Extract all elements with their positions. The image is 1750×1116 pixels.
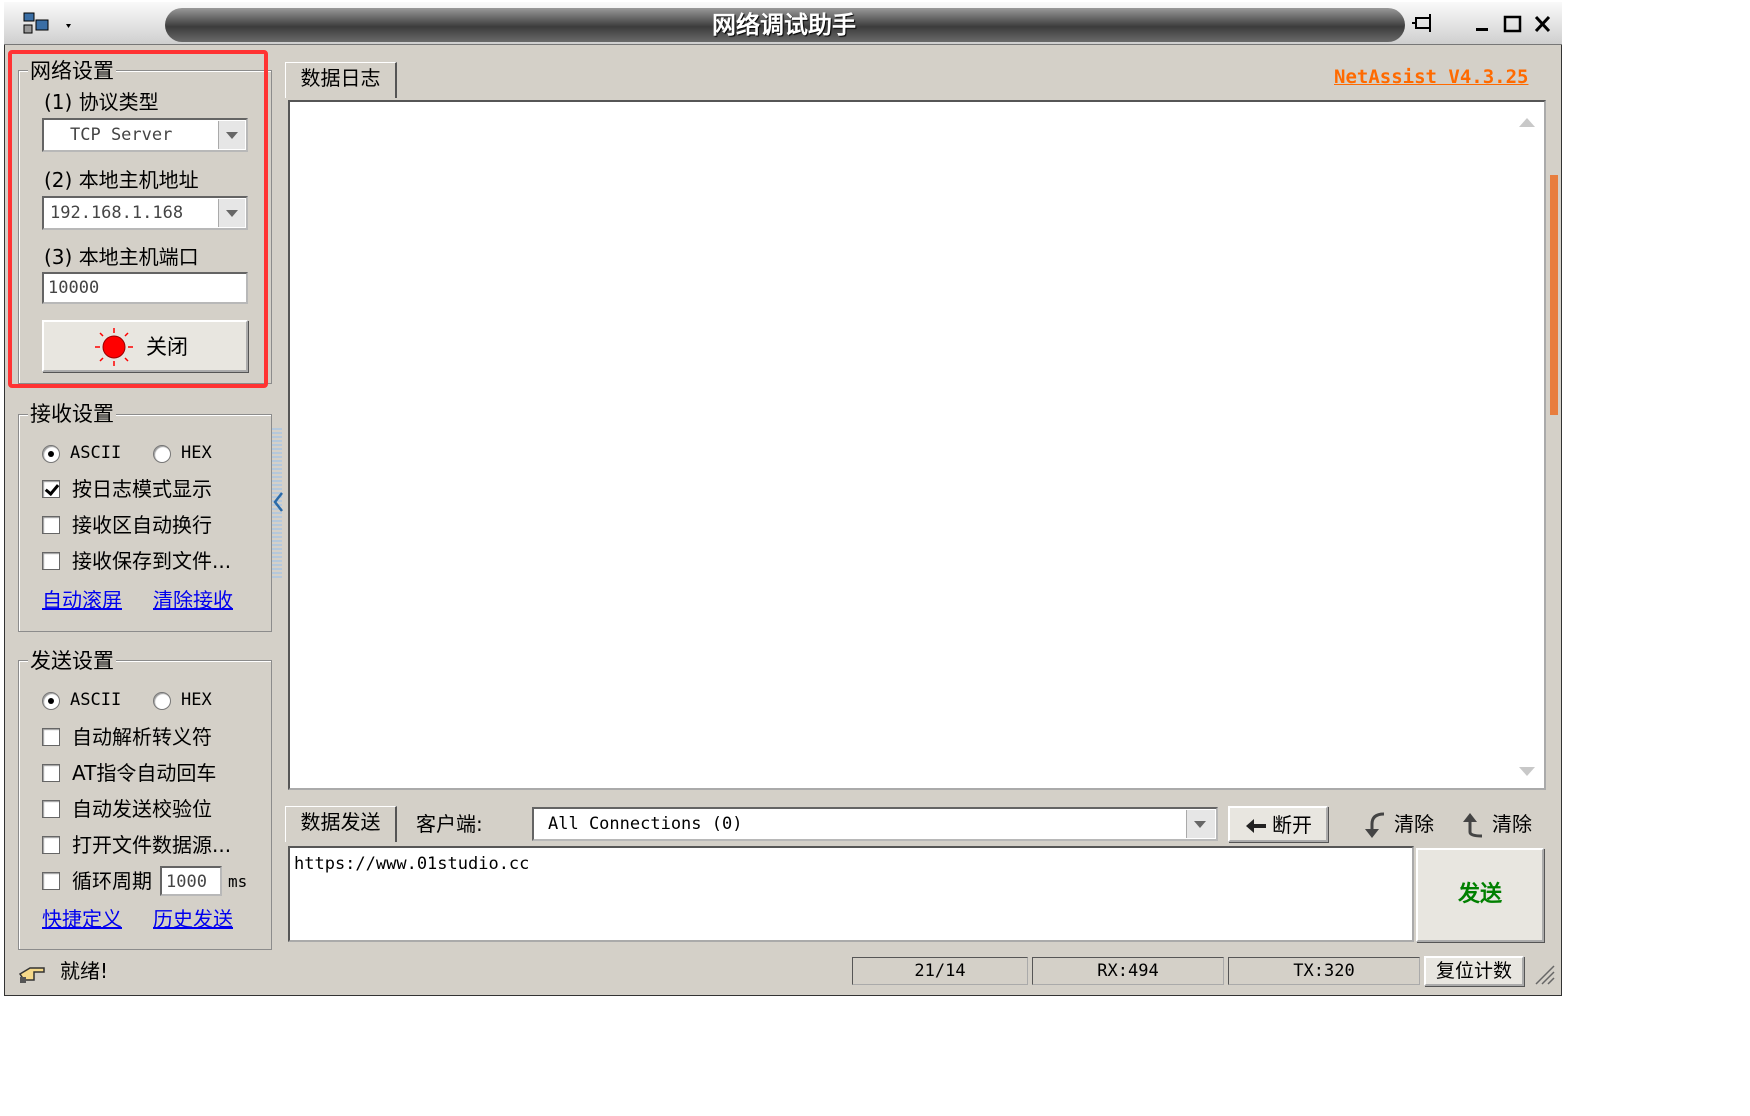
receive-ascii-radio[interactable]: [42, 445, 60, 463]
send-input[interactable]: https://www.01studio.cc: [288, 846, 1414, 942]
log-mode-label: 按日志模式显示: [72, 477, 212, 501]
highlight-box: [8, 50, 268, 388]
send-hex-radio[interactable]: [153, 692, 171, 710]
history-link[interactable]: 历史发送: [153, 907, 233, 931]
orange-edge: [1550, 175, 1558, 415]
clear-receive-link[interactable]: 清除接收: [153, 588, 233, 612]
receive-settings-legend: 接收设置: [28, 402, 116, 426]
cycle-checkbox[interactable]: [42, 872, 60, 890]
clear-send-label: 清除: [1394, 812, 1434, 836]
at-cr-checkbox[interactable]: [42, 764, 60, 782]
close-button[interactable]: [1528, 10, 1558, 38]
curved-arrow-down-icon: [1360, 810, 1388, 840]
send-settings-legend: 发送设置: [28, 649, 116, 673]
checksum-checkbox[interactable]: [42, 800, 60, 818]
window-title: 网络调试助手: [712, 11, 856, 39]
tab-data-send[interactable]: 数据发送: [285, 806, 397, 842]
auto-scroll-link[interactable]: 自动滚屏: [42, 588, 122, 612]
receive-hex-label: HEX: [181, 443, 212, 463]
arrow-left-icon: [1244, 816, 1268, 836]
send-button-label: 发送: [1457, 882, 1502, 907]
version-label: NetAssist V4.3.25: [1334, 66, 1529, 88]
clear-send-button[interactable]: 清除: [1358, 806, 1448, 842]
pointing-hand-icon: [18, 960, 48, 986]
disconnect-button[interactable]: 断开: [1228, 806, 1328, 842]
status-tx: TX:320: [1228, 957, 1420, 985]
chevron-down-icon: [1186, 810, 1215, 838]
maximize-button[interactable]: [1498, 10, 1528, 38]
reset-count-button[interactable]: 复位计数: [1424, 956, 1524, 986]
log-mode-checkbox[interactable]: [42, 480, 60, 498]
at-cr-label: AT指令自动回车: [72, 761, 217, 785]
pin-icon[interactable]: [1408, 10, 1438, 38]
shortcut-link[interactable]: 快捷定义: [42, 907, 122, 931]
status-text: 就绪!: [60, 959, 109, 983]
client-value: All Connections (0): [548, 814, 743, 834]
status-rx: RX:494: [1032, 957, 1224, 985]
escape-checkbox[interactable]: [42, 728, 60, 746]
cycle-input[interactable]: 1000: [160, 866, 222, 896]
disconnect-label: 断开: [1272, 813, 1312, 837]
save-file-label: 接收保存到文件...: [72, 549, 232, 573]
send-hex-label: HEX: [181, 690, 212, 710]
send-button[interactable]: 发送: [1416, 848, 1544, 942]
data-log-panel: [288, 100, 1546, 790]
scroll-up-icon[interactable]: [1516, 112, 1538, 132]
escape-label: 自动解析转义符: [72, 725, 212, 749]
resize-grip-icon[interactable]: [1532, 962, 1556, 986]
send-input-text: https://www.01studio.cc: [294, 854, 530, 874]
receive-hex-radio[interactable]: [153, 445, 171, 463]
send-ascii-radio[interactable]: [42, 692, 60, 710]
client-label: 客户端:: [416, 812, 483, 836]
collapse-left-icon[interactable]: [272, 490, 284, 514]
receive-ascii-label: ASCII: [70, 443, 122, 463]
auto-wrap-checkbox[interactable]: [42, 516, 60, 534]
cycle-unit-label: ms: [228, 872, 248, 891]
auto-wrap-label: 接收区自动换行: [72, 513, 212, 537]
tab-data-log[interactable]: 数据日志: [285, 62, 397, 98]
status-ratio: 21/14: [852, 957, 1028, 985]
client-select[interactable]: All Connections (0): [532, 807, 1218, 841]
clear-history-label: 清除: [1492, 812, 1532, 836]
file-source-label: 打开文件数据源...: [72, 833, 232, 857]
scroll-down-icon[interactable]: [1516, 762, 1538, 782]
save-file-checkbox[interactable]: [42, 552, 60, 570]
minimize-button[interactable]: [1468, 10, 1498, 38]
send-ascii-label: ASCII: [70, 690, 122, 710]
cycle-label: 循环周期: [72, 869, 152, 893]
file-source-checkbox[interactable]: [42, 836, 60, 854]
checksum-label: 自动发送校验位: [72, 797, 212, 821]
curved-arrow-up-icon: [1458, 810, 1486, 840]
log-scrollbar[interactable]: [1512, 104, 1542, 786]
clear-history-button[interactable]: 清除: [1456, 806, 1546, 842]
